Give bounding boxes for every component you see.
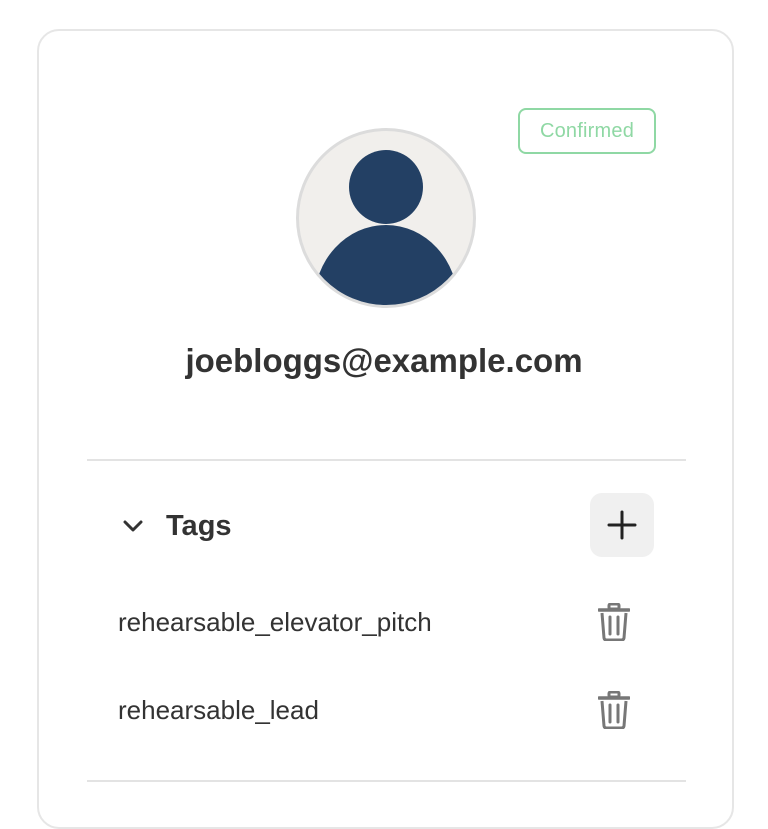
tags-title: Tags xyxy=(166,509,232,542)
avatar xyxy=(296,128,476,308)
delete-tag-button[interactable] xyxy=(594,688,634,732)
status-badge: Confirmed xyxy=(518,108,656,154)
tags-section-toggle[interactable]: Tags xyxy=(118,504,232,548)
divider xyxy=(87,459,686,461)
divider xyxy=(87,780,686,782)
delete-tag-button[interactable] xyxy=(594,600,634,644)
tag-label: rehearsable_elevator_pitch xyxy=(118,606,432,637)
user-silhouette-icon xyxy=(314,150,458,305)
trash-icon xyxy=(598,691,630,729)
trash-icon xyxy=(598,603,630,641)
chevron-down-icon xyxy=(118,511,148,541)
plus-icon xyxy=(607,510,637,540)
tag-item: rehearsable_lead xyxy=(118,688,638,732)
tag-label: rehearsable_lead xyxy=(118,694,319,725)
add-tag-button[interactable] xyxy=(590,493,654,557)
user-email: joebloggs@example.com xyxy=(185,342,583,379)
tag-item: rehearsable_elevator_pitch xyxy=(118,600,638,644)
